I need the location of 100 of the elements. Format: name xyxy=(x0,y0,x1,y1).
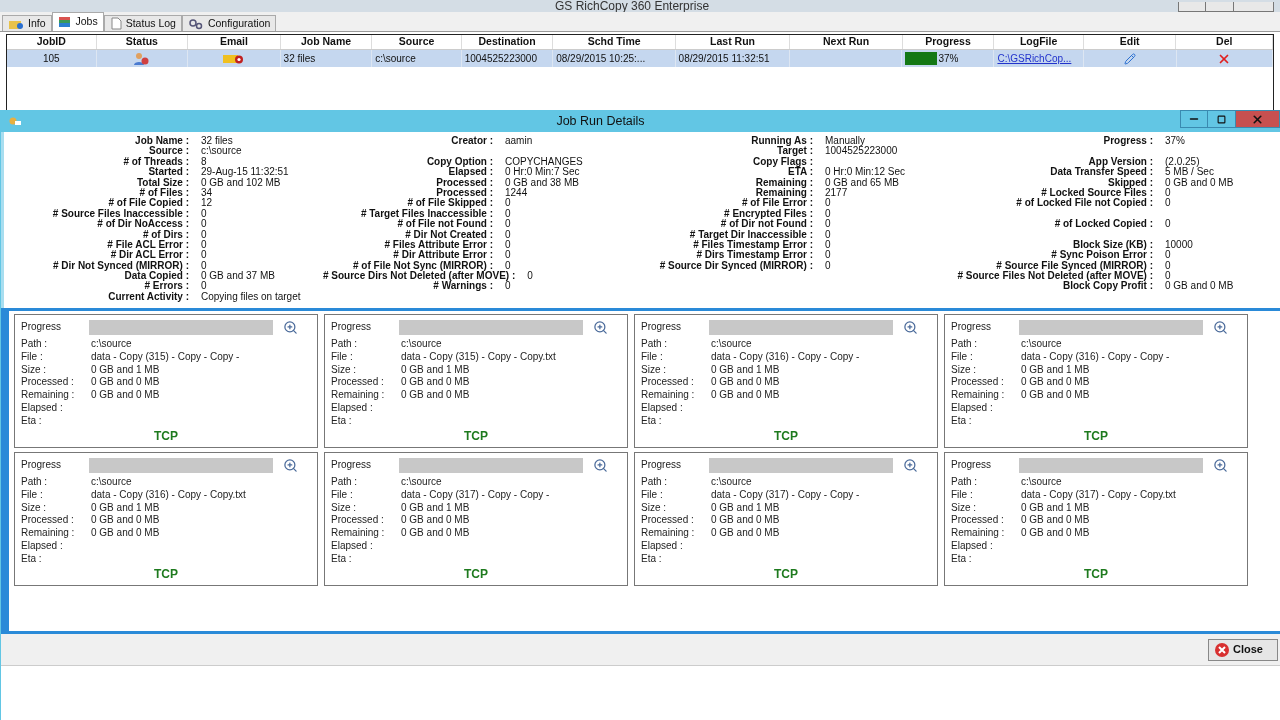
tab[interactable]: Info xyxy=(2,15,52,31)
dialog-title: Job Run Details xyxy=(555,112,646,130)
tab[interactable]: Jobs xyxy=(51,12,104,31)
field-label: Eta : xyxy=(641,552,663,566)
close-icon[interactable] xyxy=(1251,112,1264,126)
field-value: data - Copy (317) - Copy - Copy - xyxy=(401,488,550,502)
column-header[interactable]: Progress xyxy=(902,35,995,49)
table-cell: 32 files xyxy=(280,50,373,67)
field-value: data - Copy (315) - Copy - Copy.txt xyxy=(401,350,556,364)
close-icon xyxy=(1215,642,1229,657)
tab[interactable]: Configuration xyxy=(181,15,277,31)
field-value: 0 xyxy=(505,219,511,230)
field-value: 0 GB and 0 MB xyxy=(91,376,160,390)
minimize-button[interactable] xyxy=(1178,2,1206,12)
field-label: # Source Files Inaccessible : xyxy=(51,208,189,219)
zoom-in-icon[interactable] xyxy=(593,319,608,335)
field-value: data - Copy (316) - Copy - Copy - xyxy=(1021,350,1170,364)
maximize-button[interactable] xyxy=(1206,2,1234,12)
field-value: 0 GB and 0 MB xyxy=(1021,376,1090,390)
field-value: c:\source xyxy=(91,338,132,351)
field-label: # of File Copied : xyxy=(108,198,189,209)
field-label: Processed : xyxy=(21,376,75,390)
pencil-icon[interactable] xyxy=(1123,52,1136,65)
column-header[interactable]: Destination xyxy=(461,35,554,49)
field-value: 10000 xyxy=(1165,239,1193,250)
field-value: 0 GB and 0 MB xyxy=(91,527,160,540)
field-label: App Version : xyxy=(1088,156,1153,168)
field-value: 37% xyxy=(1165,136,1185,147)
field-label: Processed : xyxy=(435,177,493,188)
maximize-icon[interactable] xyxy=(1217,114,1226,124)
table-cell: c:\source xyxy=(372,50,462,67)
protocol-label: TCP xyxy=(1084,567,1108,581)
field-label: Source : xyxy=(148,146,189,157)
field-label: Processed : xyxy=(951,376,1005,390)
field-value: 0 GB and 0 MB xyxy=(711,376,780,390)
field-label: # of File Not Sync (MIRROR) : xyxy=(353,260,493,272)
field-value: data - Copy (315) - Copy - Copy - xyxy=(91,350,240,364)
field-value: data - Copy (316) - Copy - Copy.txt xyxy=(91,488,246,502)
zoom-in-icon[interactable] xyxy=(903,457,918,473)
table-cell: 105 xyxy=(7,50,97,67)
field-label: # of Threads : xyxy=(122,156,189,167)
field-label: ETA : xyxy=(788,167,813,178)
close-button[interactable] xyxy=(1234,2,1274,12)
column-header[interactable]: Email xyxy=(188,35,281,49)
column-header[interactable]: JobID xyxy=(7,35,97,49)
log-file-link[interactable]: C:\GSRichCop... xyxy=(997,51,1072,66)
field-label: # of Locked Copied : xyxy=(1053,219,1153,230)
field-label: Remaining : xyxy=(21,389,76,402)
gears-icon xyxy=(187,17,204,30)
tab[interactable]: Status Log xyxy=(103,15,182,31)
envelope-icon xyxy=(222,53,245,64)
column-header[interactable]: Job Name xyxy=(280,35,373,49)
field-value: 12 xyxy=(201,198,213,209)
zoom-in-icon[interactable] xyxy=(1213,457,1228,473)
field-label: # Encrypted Files : xyxy=(724,208,813,220)
column-header[interactable]: Source xyxy=(372,35,462,49)
field-label: Remaining : xyxy=(331,389,386,402)
zoom-in-icon[interactable] xyxy=(283,457,298,473)
table-row[interactable]: 105 32 files c:\source 1004525223000 08/29/2015 10:25:... 08/29/2015 11:32:51 37% C:\GSRichCop... xyxy=(7,50,1273,67)
column-header[interactable]: Del xyxy=(1176,35,1273,49)
field-value: 0 GB and 38 MB xyxy=(505,177,579,188)
field-label: # Sync Poison Error : xyxy=(1051,250,1153,261)
field-label: # Source Dir Synced (MIRROR) : xyxy=(658,260,813,272)
field-label: Remaining : xyxy=(755,187,813,199)
zoom-in-icon[interactable] xyxy=(593,457,608,473)
field-value: 0 xyxy=(505,208,511,219)
field-label: # of Files : xyxy=(138,187,189,198)
progress-label: Progress xyxy=(331,458,372,472)
field-label: Size : xyxy=(21,363,47,377)
field-label: File : xyxy=(331,488,354,502)
zoom-in-icon[interactable] xyxy=(283,319,298,335)
field-label: Size : xyxy=(331,501,357,515)
field-value: 34 xyxy=(201,187,213,198)
zoom-in-icon[interactable] xyxy=(903,319,918,335)
column-header[interactable]: LogFile xyxy=(994,35,1084,49)
field-value: 0 GB and 0 MB xyxy=(401,376,470,390)
column-header[interactable]: Schd Time xyxy=(553,35,676,49)
field-label: Remaining : xyxy=(951,527,1006,540)
field-value: c:\source xyxy=(401,338,442,351)
column-header[interactable]: Status xyxy=(96,35,189,49)
column-header[interactable]: Edit xyxy=(1083,35,1177,49)
field-label: # Dirs Timestamp Error : xyxy=(696,250,813,261)
field-label: Elapsed : xyxy=(448,167,493,178)
field-label: Path : xyxy=(21,338,49,351)
zoom-in-icon[interactable] xyxy=(1213,319,1228,335)
field-label: # File ACL Error : xyxy=(106,239,189,250)
field-value: 0 xyxy=(1165,198,1171,209)
column-header[interactable]: Next Run xyxy=(790,35,903,49)
field-label: Elapsed : xyxy=(331,540,374,553)
field-label: Elapsed : xyxy=(641,540,684,553)
field-value: (2.0.25) xyxy=(1165,156,1200,168)
table-cell: 08/29/2015 11:32:51 xyxy=(675,50,790,67)
field-label: # Files Timestamp Error : xyxy=(692,239,813,251)
field-label: # of Dir not Found : xyxy=(719,219,813,230)
field-value: 0 GB and 37 MB xyxy=(201,271,275,282)
field-label: Remaining : xyxy=(331,527,386,540)
close-dialog-button[interactable]: Close xyxy=(1208,638,1278,661)
column-header[interactable]: Last Run xyxy=(675,35,791,49)
document-icon xyxy=(109,17,122,30)
field-label: Started : xyxy=(147,167,189,178)
